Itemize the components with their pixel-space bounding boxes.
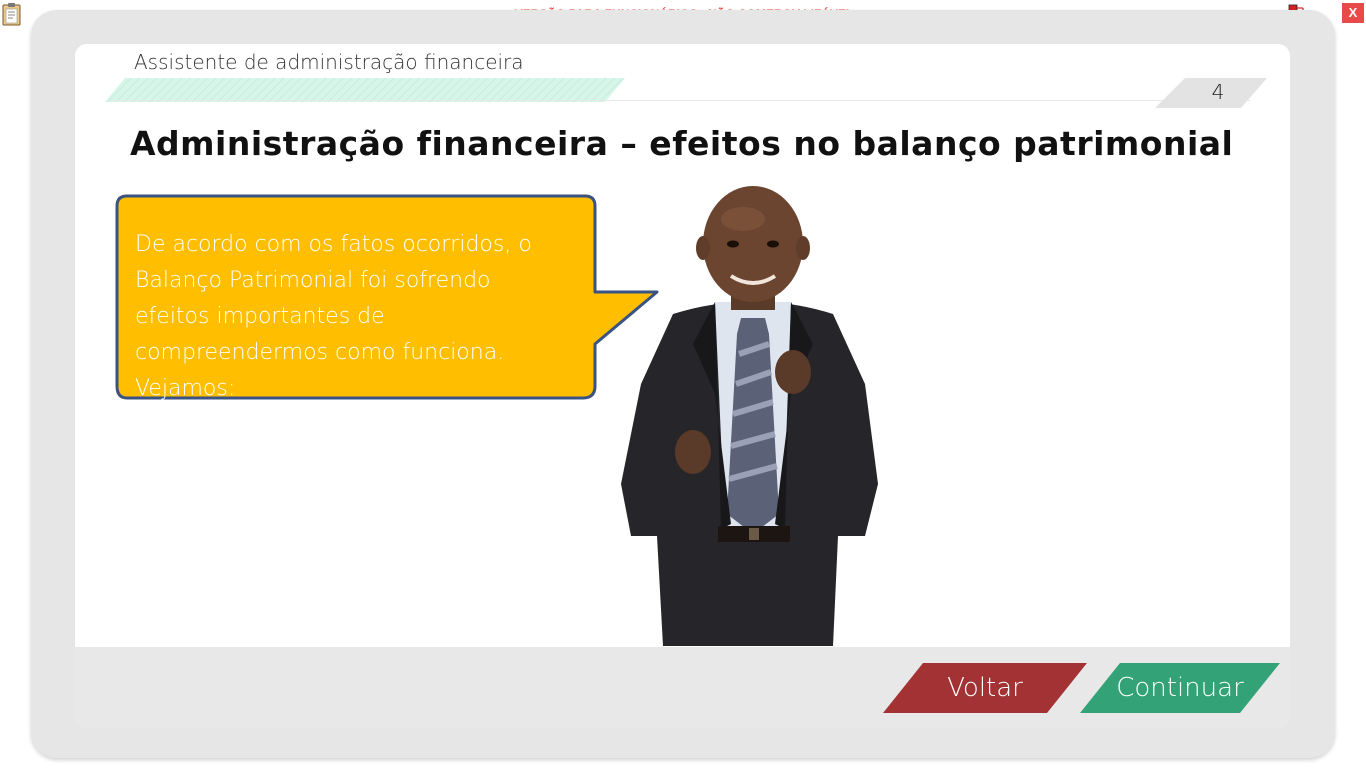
- close-button[interactable]: X: [1342, 3, 1364, 23]
- header-divider: [110, 82, 1250, 101]
- course-title: Assistente de administração financeira: [134, 50, 524, 74]
- clipboard-icon[interactable]: [1, 2, 23, 26]
- page-number: 4: [1211, 80, 1225, 104]
- slide-card: Assistente de administração financeira 4…: [75, 44, 1290, 728]
- speech-bubble-text: De acordo com os fatos ocorridos, o Bala…: [135, 232, 532, 401]
- next-button-label: Continuar: [1116, 673, 1244, 703]
- back-button-label: Voltar: [947, 673, 1023, 703]
- back-button[interactable]: Voltar: [883, 663, 1087, 713]
- next-button[interactable]: Continuar: [1080, 663, 1280, 713]
- page-heading: Administração financeira – efeitos no ba…: [130, 124, 1234, 163]
